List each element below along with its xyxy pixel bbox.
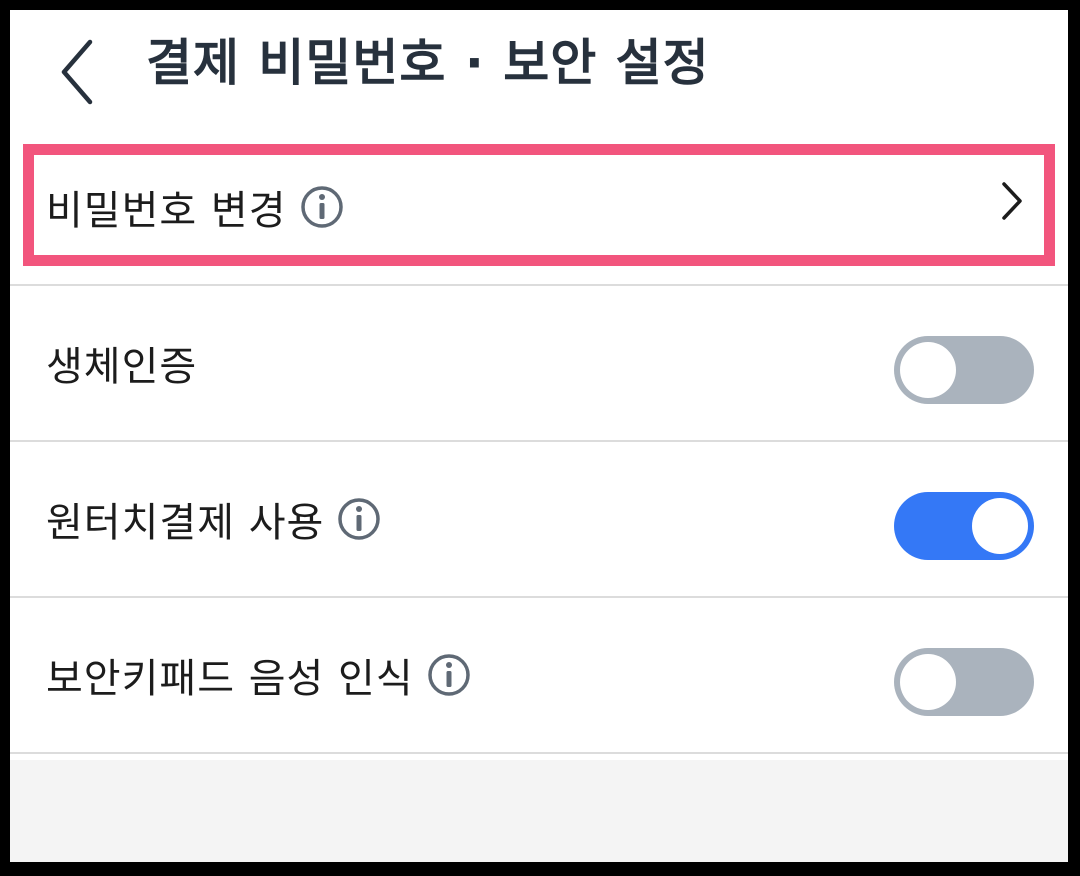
row-label: 생체인증	[46, 344, 198, 390]
keypad-voice-toggle[interactable]	[894, 648, 1034, 716]
row-label-wrap: 원터치결제 사용	[46, 442, 382, 596]
chevron-left-icon	[61, 39, 93, 105]
row-one-touch-payment: 원터치결제 사용	[10, 442, 1068, 598]
header: 결제 비밀번호 · 보안 설정	[10, 10, 1068, 130]
biometric-toggle[interactable]	[894, 336, 1034, 404]
toggle-knob	[900, 654, 956, 710]
highlight-box	[23, 144, 1055, 266]
row-biometric: 생체인증	[10, 286, 1068, 442]
info-icon[interactable]	[426, 652, 472, 698]
info-icon[interactable]	[336, 496, 382, 542]
row-label-wrap: 보안키패드 음성 인식	[46, 598, 472, 752]
toggle-knob	[972, 498, 1028, 554]
one-touch-payment-toggle[interactable]	[894, 492, 1034, 560]
row-label-wrap: 생체인증	[46, 286, 197, 440]
toggle-knob	[900, 342, 956, 398]
page-title: 결제 비밀번호 · 보안 설정	[146, 34, 710, 92]
screen: 결제 비밀번호 · 보안 설정 비밀번호 변경 생체인증 원터치결제 사용 보안…	[10, 10, 1068, 862]
row-label: 보안키패드 음성 인식	[46, 656, 414, 702]
row-label: 원터치결제 사용	[46, 500, 325, 546]
back-button[interactable]	[50, 28, 110, 108]
footer-area	[10, 760, 1068, 862]
row-keypad-voice: 보안키패드 음성 인식	[10, 598, 1068, 754]
